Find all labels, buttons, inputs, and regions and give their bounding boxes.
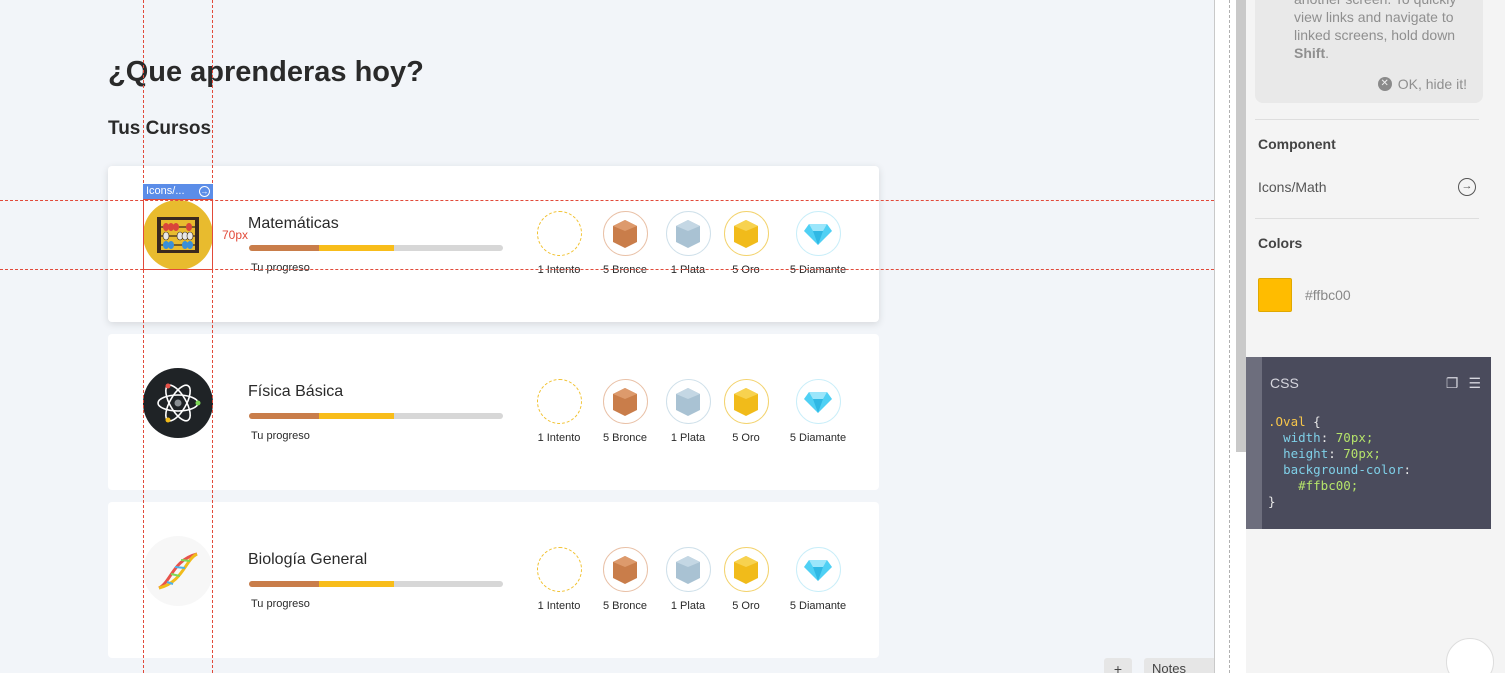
settings-sliders-icon[interactable]: ☰ [1468, 375, 1481, 392]
divider [1255, 119, 1479, 120]
silver-gem-icon [665, 379, 711, 424]
add-note-button[interactable]: + [1104, 658, 1132, 673]
course-card-fisica[interactable]: Física Básica Tu progreso 1 Intento 5 Br… [108, 334, 879, 490]
canvas-scrollbar[interactable] [1214, 0, 1246, 673]
divider [1255, 218, 1479, 219]
scrollbar-thumb[interactable] [1236, 0, 1246, 452]
progress-label: Tu progreso [251, 262, 310, 274]
scroll-divider [1229, 0, 1230, 673]
atom-icon[interactable] [143, 368, 213, 438]
selection-box [143, 199, 213, 270]
hide-tip-button[interactable]: ✕ OK, hide it! [1377, 76, 1467, 92]
gold-gem-icon [723, 379, 769, 424]
empty-medal-icon [536, 211, 582, 256]
medal-oro[interactable]: 5 Oro [706, 547, 786, 612]
height-measure-label: 70px [222, 228, 249, 242]
component-name: Icons/Math [1258, 179, 1327, 195]
medal-diamante[interactable]: 5 Diamante [778, 211, 858, 276]
design-canvas: ¿Que aprenderas hoy? Tus Cursos Matemáti… [0, 0, 1214, 673]
arrow-right-circle-icon[interactable]: → [1458, 178, 1476, 196]
diamond-icon [795, 547, 841, 592]
medal-diamante[interactable]: 5 Diamante [778, 547, 858, 612]
component-heading: Component [1258, 136, 1336, 152]
medal-oro[interactable]: 5 Oro [706, 379, 786, 444]
selection-tag[interactable]: Icons/... → [143, 184, 213, 199]
diamond-icon [795, 211, 841, 256]
inspector-panel: another screen. To quickly view links an… [1246, 0, 1505, 673]
empty-medal-icon [536, 547, 582, 592]
notes-button[interactable]: Notes [1144, 658, 1214, 673]
progress-label: Tu progreso [251, 598, 310, 610]
css-gutter [1246, 357, 1262, 529]
course-name: Matemáticas [248, 215, 339, 232]
bronze-gem-icon [602, 211, 648, 256]
medal-oro[interactable]: 5 Oro [706, 211, 786, 276]
color-hex[interactable]: #ffbc00 [1305, 287, 1351, 303]
gold-gem-icon [723, 211, 769, 256]
section-title: Tus Cursos [108, 118, 212, 139]
silver-gem-icon [665, 211, 711, 256]
course-card-matematicas[interactable]: Matemáticas Tu progreso 1 Intento 5 Bron… [108, 166, 879, 322]
css-code-panel: CSS ❐ ☰ .Oval { width: 70px; height: 70p… [1246, 357, 1491, 529]
tip-box: another screen. To quickly view links an… [1255, 0, 1483, 103]
silver-gem-icon [665, 547, 711, 592]
course-card-biologia[interactable]: Biología General Tu progreso 1 Intento 5… [108, 502, 879, 658]
progress-label: Tu progreso [251, 430, 310, 442]
course-name: Biología General [248, 551, 368, 568]
page-title: ¿Que aprenderas hoy? [108, 56, 424, 88]
diamond-icon [795, 379, 841, 424]
gold-gem-icon [723, 547, 769, 592]
color-swatch[interactable] [1258, 278, 1292, 312]
colors-heading: Colors [1258, 235, 1303, 251]
dna-icon[interactable] [143, 536, 213, 606]
progress-bar [249, 413, 503, 419]
empty-medal-icon [536, 379, 582, 424]
medal-diamante[interactable]: 5 Diamante [778, 379, 858, 444]
tip-text: another screen. To quickly view links an… [1294, 0, 1456, 61]
close-icon: ✕ [1377, 77, 1392, 91]
css-heading: CSS [1270, 375, 1299, 391]
copy-icon[interactable]: ❐ [1446, 375, 1459, 392]
progress-bar [249, 581, 503, 587]
css-code[interactable]: .Oval { width: 70px; height: 70px; backg… [1268, 414, 1411, 510]
arrow-right-circle-icon[interactable]: → [199, 186, 210, 197]
guide-line-right [212, 0, 213, 673]
guide-line-left [143, 0, 144, 673]
bronze-gem-icon [602, 547, 648, 592]
course-name: Física Básica [248, 383, 344, 400]
progress-bar [249, 245, 503, 251]
bronze-gem-icon [602, 379, 648, 424]
